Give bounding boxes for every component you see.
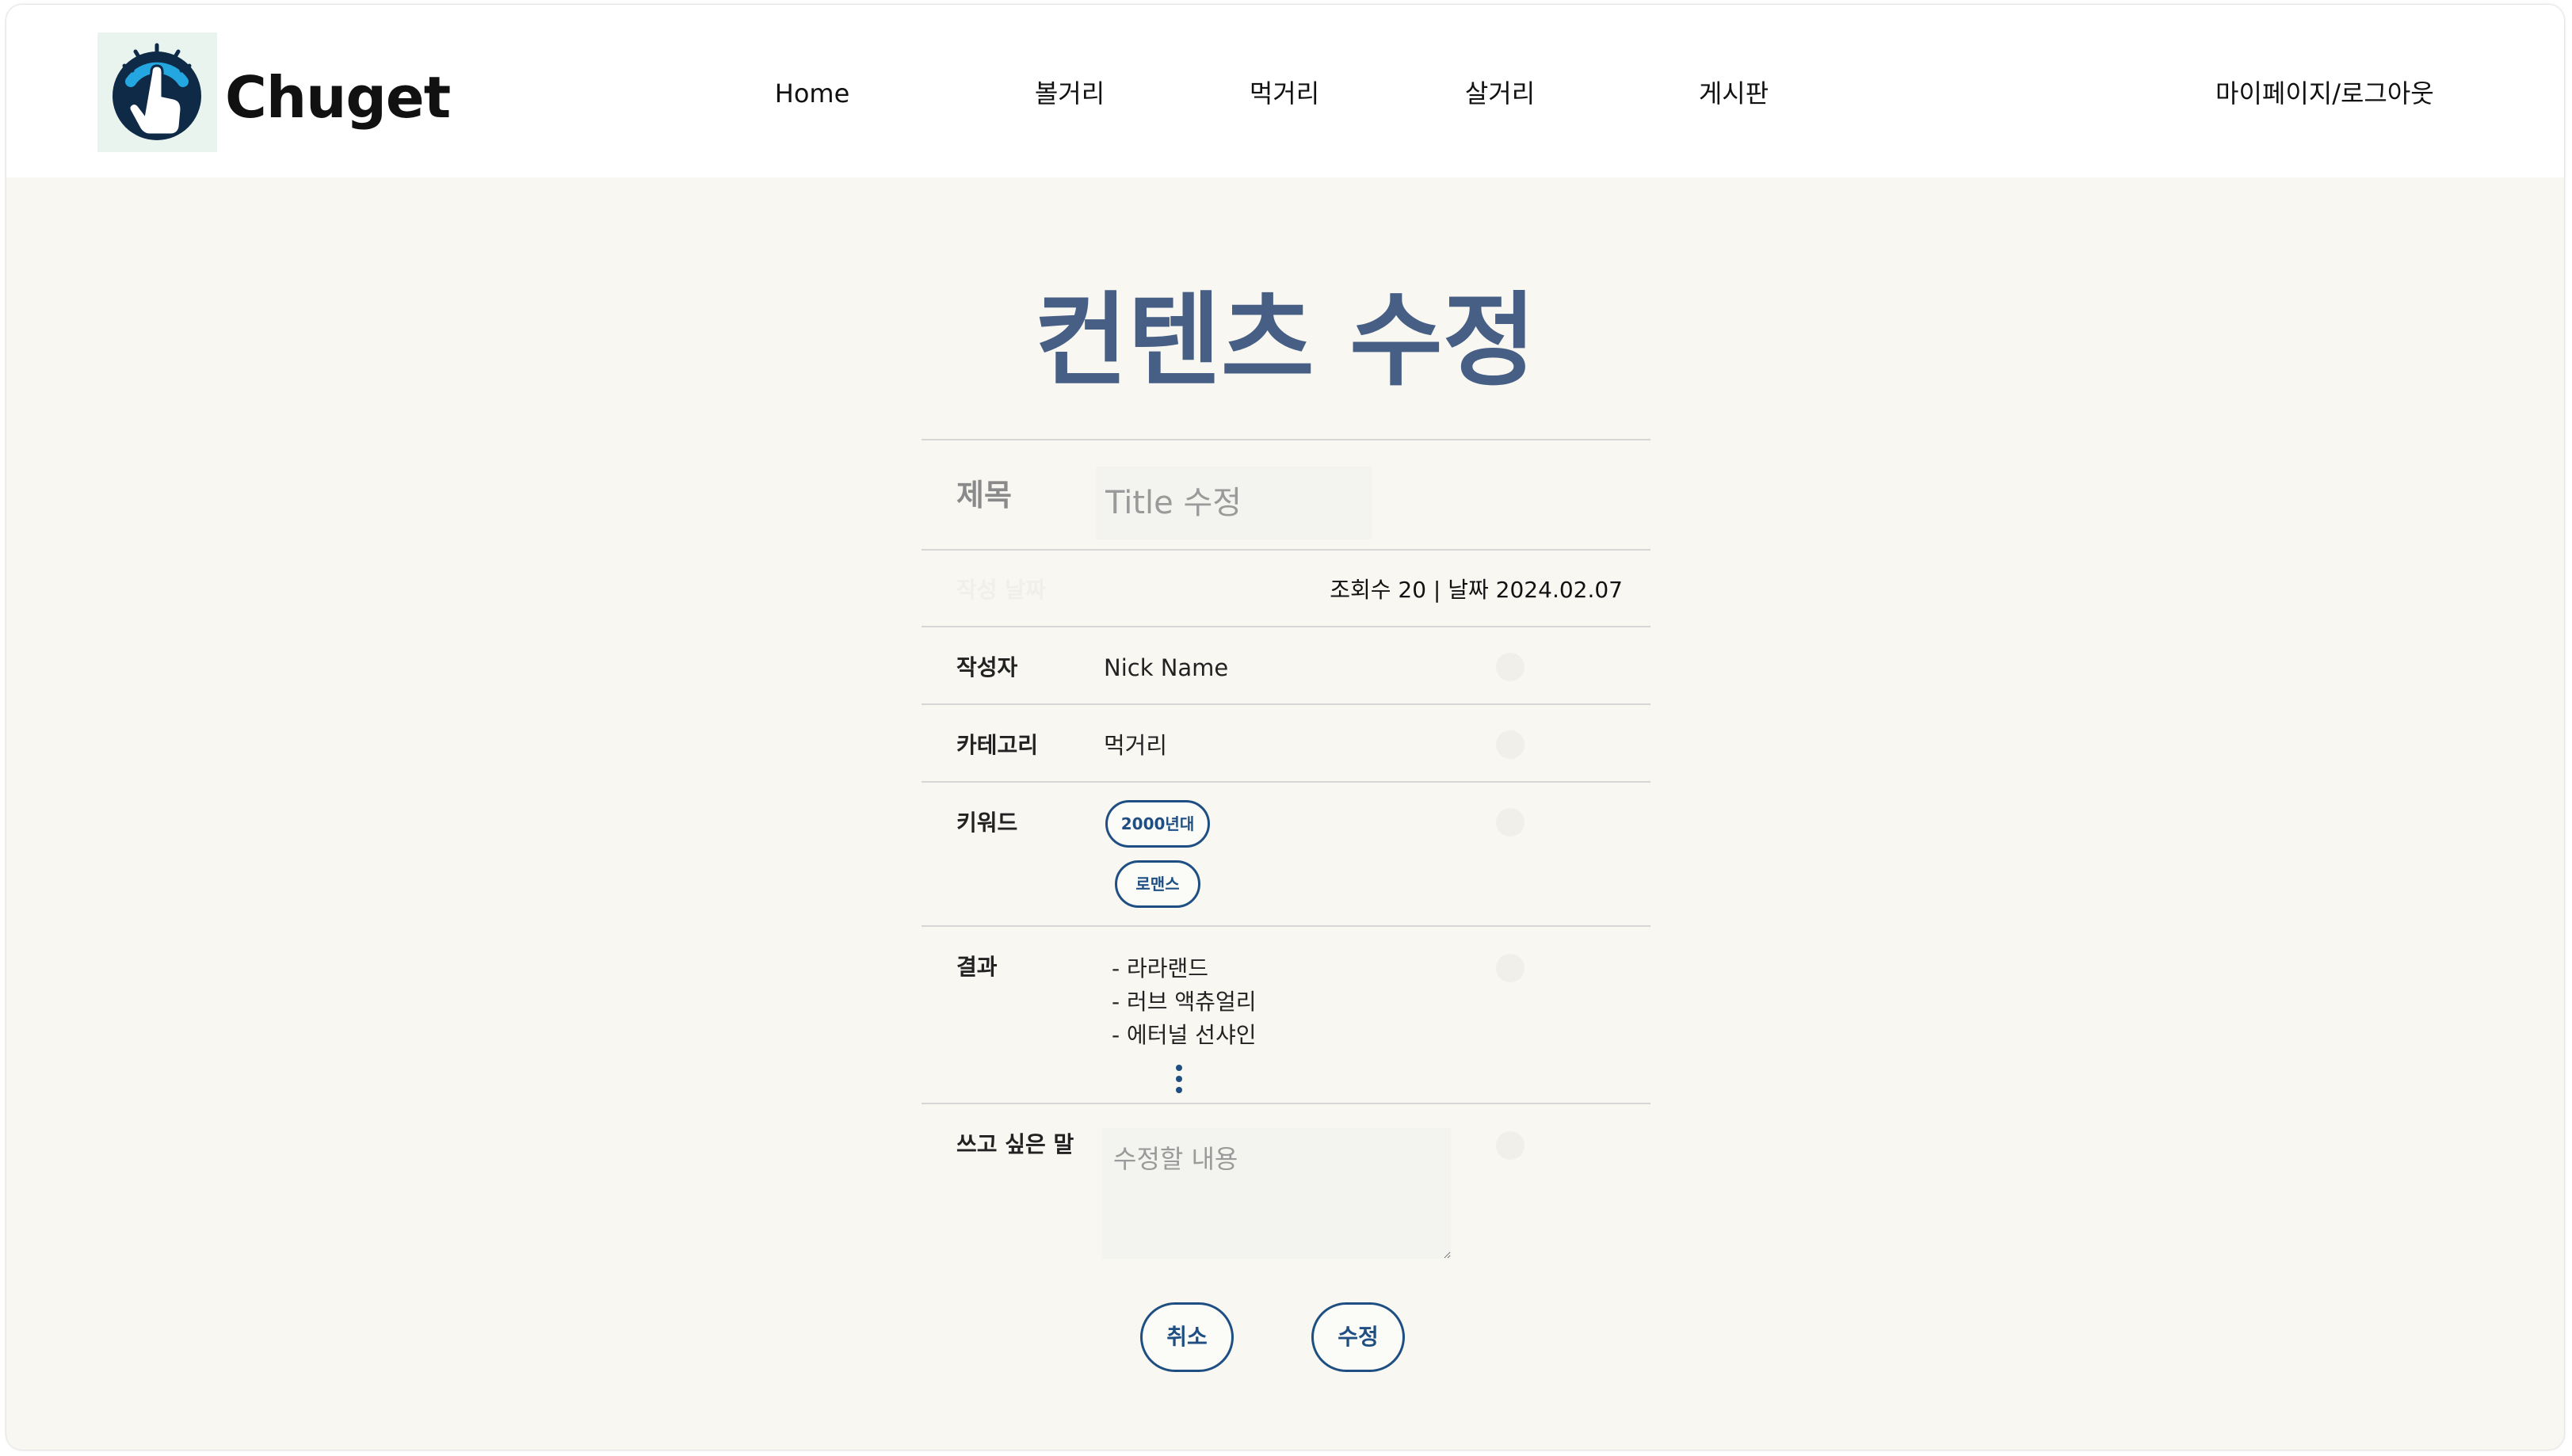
logo[interactable] <box>97 32 217 152</box>
divider <box>922 703 1650 705</box>
more-vertical-icon[interactable] <box>1171 1065 1187 1098</box>
divider <box>922 549 1650 551</box>
nav-item-board[interactable]: 게시판 <box>1699 78 1769 109</box>
message-label: 쓰고 싶은 말 <box>956 1131 1074 1157</box>
result-list: - 라라랜드 - 러브 액츄얼리 - 에터널 선샤인 <box>1112 952 1256 1052</box>
list-item: - 에터널 선샤인 <box>1112 1022 1257 1048</box>
category-value: 먹거리 <box>1104 732 1168 759</box>
submit-edit-button[interactable]: 수정 <box>1311 1302 1405 1372</box>
ghost-dot <box>1496 808 1525 837</box>
author-label: 작성자 <box>956 654 1018 680</box>
page-title: 컨텐츠 수정 <box>1034 282 1536 400</box>
nav-item-salgeori[interactable]: 살거리 <box>1465 78 1535 109</box>
author-value: Nick Name <box>1104 654 1229 681</box>
nav-home[interactable]: Home <box>775 78 850 109</box>
divider <box>922 781 1650 783</box>
category-label: 카테고리 <box>956 732 1039 758</box>
title-input[interactable] <box>1096 467 1372 539</box>
result-label: 결과 <box>956 954 998 980</box>
list-item: - 러브 액츄얼리 <box>1112 989 1257 1015</box>
keyword-label: 키워드 <box>956 810 1018 836</box>
keyword-chip[interactable]: 로맨스 <box>1115 860 1200 908</box>
list-item: - 라라랜드 <box>1112 955 1209 981</box>
ghost-dot <box>1496 653 1525 681</box>
message-textarea[interactable] <box>1102 1128 1451 1259</box>
cancel-button[interactable]: 취소 <box>1140 1302 1234 1372</box>
views-date-info: 조회수 20 | 날짜 2024.02.07 <box>1330 577 1623 603</box>
nav-item-bolgeori[interactable]: 볼거리 <box>1035 78 1105 109</box>
ghost-dot <box>1496 954 1525 982</box>
nav-item-meokgeori[interactable]: 먹거리 <box>1250 78 1319 109</box>
hand-pointer-icon <box>113 43 201 140</box>
top-navbar: Chuget Home 볼거리 먹거리 살거리 게시판 마이페이지/로그아웃 <box>6 5 2564 177</box>
ghost-dot <box>1496 1131 1525 1160</box>
keyword-chip[interactable]: 2000년대 <box>1105 800 1210 848</box>
divider <box>922 439 1650 440</box>
ghost-dot <box>1496 730 1525 759</box>
divider <box>922 1103 1650 1104</box>
mypage-logout-link[interactable]: 마이페이지/로그아웃 <box>2215 78 2434 109</box>
app-window: Chuget Home 볼거리 먹거리 살거리 게시판 마이페이지/로그아웃 컨… <box>6 5 2564 1450</box>
divider <box>922 925 1650 927</box>
divider <box>922 626 1650 627</box>
title-label: 제목 <box>956 478 1012 513</box>
brand-name[interactable]: Chuget <box>225 62 451 133</box>
date-label: 작성 날짜 <box>956 577 1046 603</box>
